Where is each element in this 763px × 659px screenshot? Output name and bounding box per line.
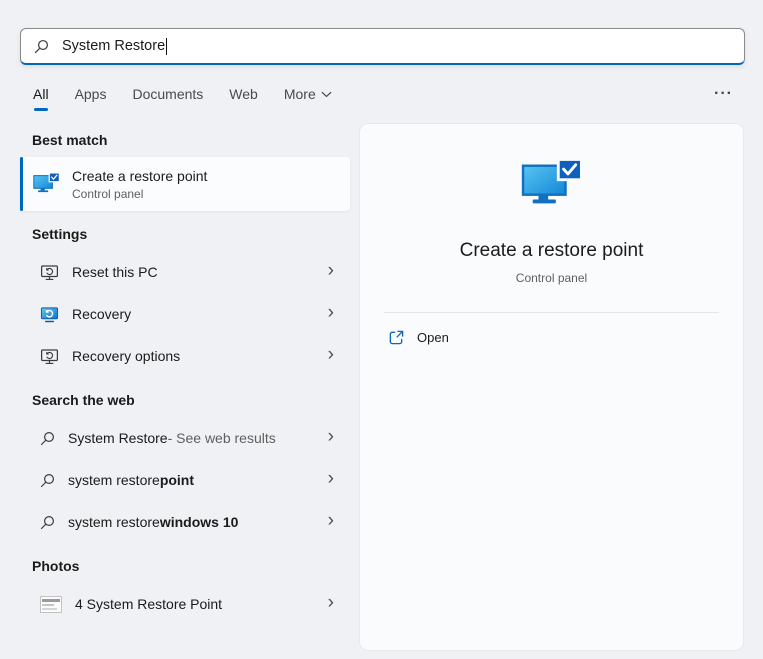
search-icon [40, 473, 55, 488]
preview-panel: Create a restore point Control panel Ope… [360, 124, 743, 650]
restore-point-icon [33, 171, 60, 197]
chevron-right-icon: › [327, 468, 334, 489]
search-icon [40, 515, 55, 530]
search-flyout: System Restore All Apps Documents Web Mo… [0, 0, 763, 659]
open-button[interactable]: Open [360, 313, 743, 362]
open-icon [388, 329, 405, 346]
web-suggestion-see-results[interactable]: System Restore - See web results › [20, 417, 350, 459]
web-suggestion-point[interactable]: system restore point › [20, 459, 350, 501]
results-list: Best match Create a restore point Contro… [20, 124, 350, 625]
recovery-options-icon [40, 347, 59, 366]
section-header-photos: Photos [32, 558, 80, 574]
chevron-right-icon: › [327, 344, 334, 365]
search-bar[interactable]: System Restore [20, 28, 745, 65]
section-header-settings: Settings [32, 226, 88, 242]
best-match-item[interactable]: Create a restore point Control panel [20, 157, 350, 211]
recovery-icon [40, 305, 59, 324]
section-header-search-the-web: Search the web [32, 392, 135, 408]
chevron-right-icon: › [327, 426, 334, 447]
best-match-subtitle: Control panel [72, 186, 144, 201]
chevron-right-icon: › [327, 592, 334, 613]
photo-thumbnail-icon [40, 595, 62, 613]
preview-app-icon [521, 158, 583, 214]
chevron-right-icon: › [327, 302, 334, 323]
chevron-right-icon: › [327, 510, 334, 531]
more-options-button[interactable]: ··· [714, 85, 733, 111]
tab-web-label: Web [229, 86, 258, 102]
tab-apps-label: Apps [74, 86, 107, 102]
settings-item-label: Recovery [72, 306, 132, 322]
web-suggestion-suffix: - See web results [167, 430, 276, 446]
selection-accent-bar [20, 157, 23, 211]
best-match-title: Create a restore point [72, 167, 208, 184]
tab-all[interactable]: All [33, 86, 49, 111]
best-match-text: Create a restore point Control panel [72, 168, 207, 201]
tab-more[interactable]: More [284, 86, 332, 111]
web-suggestion-bold: windows 10 [159, 514, 239, 530]
web-suggestion-windows-10[interactable]: system restore windows 10 › [20, 501, 350, 543]
tab-all-label: All [33, 86, 49, 102]
photos-item-label: 4 System Restore Point [75, 596, 223, 612]
settings-item-reset-this-pc[interactable]: Reset this PC › [20, 251, 350, 293]
tab-apps[interactable]: Apps [75, 86, 107, 111]
settings-item-label: Recovery options [72, 348, 181, 364]
search-icon [34, 39, 49, 54]
section-header-best-match: Best match [32, 132, 108, 148]
settings-item-recovery[interactable]: Recovery › [20, 293, 350, 335]
results-area: Best match Create a restore point Contro… [0, 124, 763, 650]
search-input[interactable]: System Restore [62, 38, 165, 54]
web-suggestion-text: system restore [68, 472, 160, 488]
tab-documents[interactable]: Documents [132, 86, 203, 111]
settings-item-recovery-options[interactable]: Recovery options › [20, 335, 350, 377]
photos-item[interactable]: 4 System Restore Point › [20, 583, 350, 625]
open-label: Open [417, 330, 449, 345]
tab-documents-label: Documents [132, 86, 204, 102]
search-icon [40, 431, 55, 446]
tab-more-label: More [283, 86, 316, 102]
chevron-right-icon: › [327, 260, 334, 281]
web-suggestion-text: System Restore [68, 430, 168, 446]
reset-pc-icon [40, 263, 59, 282]
settings-item-label: Reset this PC [72, 264, 158, 280]
tab-web[interactable]: Web [229, 86, 258, 111]
preview-title: Create a restore point [459, 240, 644, 261]
filter-tabs: All Apps Documents Web More ··· [33, 85, 733, 111]
chevron-down-icon [321, 91, 332, 98]
preview-subtitle: Control panel [515, 271, 588, 285]
text-caret [166, 37, 168, 55]
web-suggestion-bold: point [159, 472, 195, 488]
web-suggestion-text: system restore [68, 514, 160, 530]
